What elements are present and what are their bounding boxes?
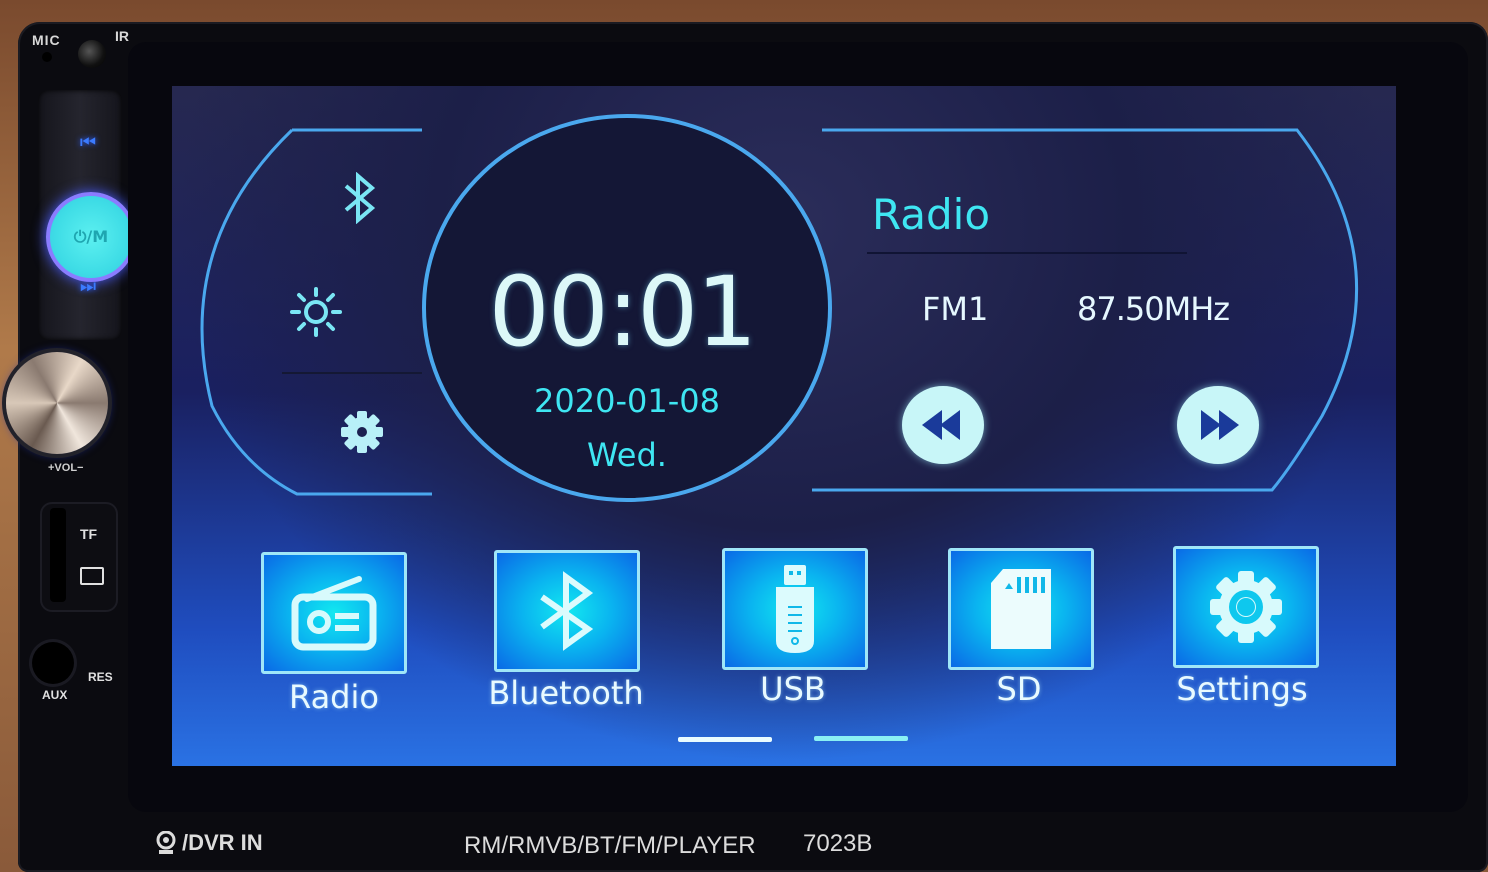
radio-frequency: 87.50MHz [1077, 290, 1230, 328]
brightness-icon [290, 287, 342, 337]
skip-forward-icon: ⏭ [79, 276, 97, 297]
app-label-usb: USB [760, 670, 826, 708]
fast-forward-icon [1201, 410, 1239, 440]
hw-next-track-button[interactable]: ⏭ [68, 276, 108, 298]
app-label-sd: SD [996, 670, 1042, 708]
aux-jack[interactable] [32, 642, 74, 684]
clock-day: Wed. [587, 436, 667, 474]
app-label-bluetooth: Bluetooth [488, 674, 644, 712]
volume-label: +VOL− [48, 462, 84, 474]
bluetooth-icon [344, 172, 376, 224]
hardware-side-panel: MIC IR ⏮ ⏻/M ⏭ +VOL− TF AUX RES [6, 22, 136, 872]
quick-brightness-button[interactable] [284, 282, 348, 342]
hw-previous-track-button[interactable]: ⏮ [68, 132, 108, 154]
radio-band: FM1 [922, 290, 989, 328]
app-tile-bluetooth[interactable] [494, 550, 640, 672]
rewind-icon [922, 410, 960, 440]
seek-back-button[interactable] [902, 386, 984, 464]
power-mode-label: ⏻/M [73, 227, 109, 246]
tf-card-slot[interactable] [40, 502, 118, 612]
app-tile-settings[interactable] [1173, 546, 1319, 668]
app-tile-sd[interactable] [948, 548, 1094, 670]
app-label-radio: Radio [289, 678, 379, 716]
quick-bluetooth-button[interactable] [332, 170, 388, 226]
camera-icon [156, 831, 176, 854]
app-tile-radio[interactable] [261, 552, 407, 674]
dvr-in-text: /DVR IN [182, 830, 263, 855]
skip-back-icon: ⏮ [79, 132, 97, 153]
clock-time[interactable]: 00:01 [422, 256, 822, 368]
sd-card-icon [80, 567, 104, 585]
ir-label: IR [115, 28, 129, 44]
model-label: 7023B [803, 830, 873, 857]
page-indicator-2[interactable] [814, 736, 908, 741]
quick-controls-divider [282, 372, 422, 374]
quick-settings-button[interactable] [334, 404, 390, 460]
mic-hole [42, 52, 52, 62]
tf-slit [50, 508, 66, 602]
usb-drive-icon [776, 565, 814, 653]
radio-widget-title[interactable]: Radio [872, 190, 990, 239]
bluetooth-icon [540, 571, 594, 651]
app-label-settings: Settings [1176, 670, 1308, 708]
page-indicator-1-active[interactable] [678, 737, 772, 742]
touch-screen[interactable]: 00:01 2020-01-08 Wed. Radio FM1 87.50MHz… [172, 86, 1396, 766]
clock-date: 2020-01-08 [534, 382, 720, 420]
seek-forward-button[interactable] [1177, 386, 1259, 464]
reset-label: RES [88, 670, 113, 684]
aux-label: AUX [42, 688, 68, 702]
mic-label: MIC [32, 32, 61, 48]
gear-icon [1210, 571, 1282, 643]
app-tile-usb[interactable] [722, 548, 868, 670]
ir-sensor [78, 40, 106, 68]
volume-knob[interactable] [6, 352, 108, 454]
gear-icon [341, 411, 383, 453]
sd-card-icon [991, 569, 1051, 649]
dvr-in-label: /DVR IN [156, 830, 263, 856]
radio-widget-divider [867, 252, 1187, 254]
formats-label: RM/RMVB/BT/FM/PLAYER [464, 832, 756, 859]
hardware-button-rocker: ⏮ ⏻/M ⏭ [38, 90, 136, 340]
tf-label: TF [80, 526, 98, 542]
radio-icon [291, 576, 377, 651]
hw-power-mode-button[interactable]: ⏻/M [46, 192, 136, 282]
